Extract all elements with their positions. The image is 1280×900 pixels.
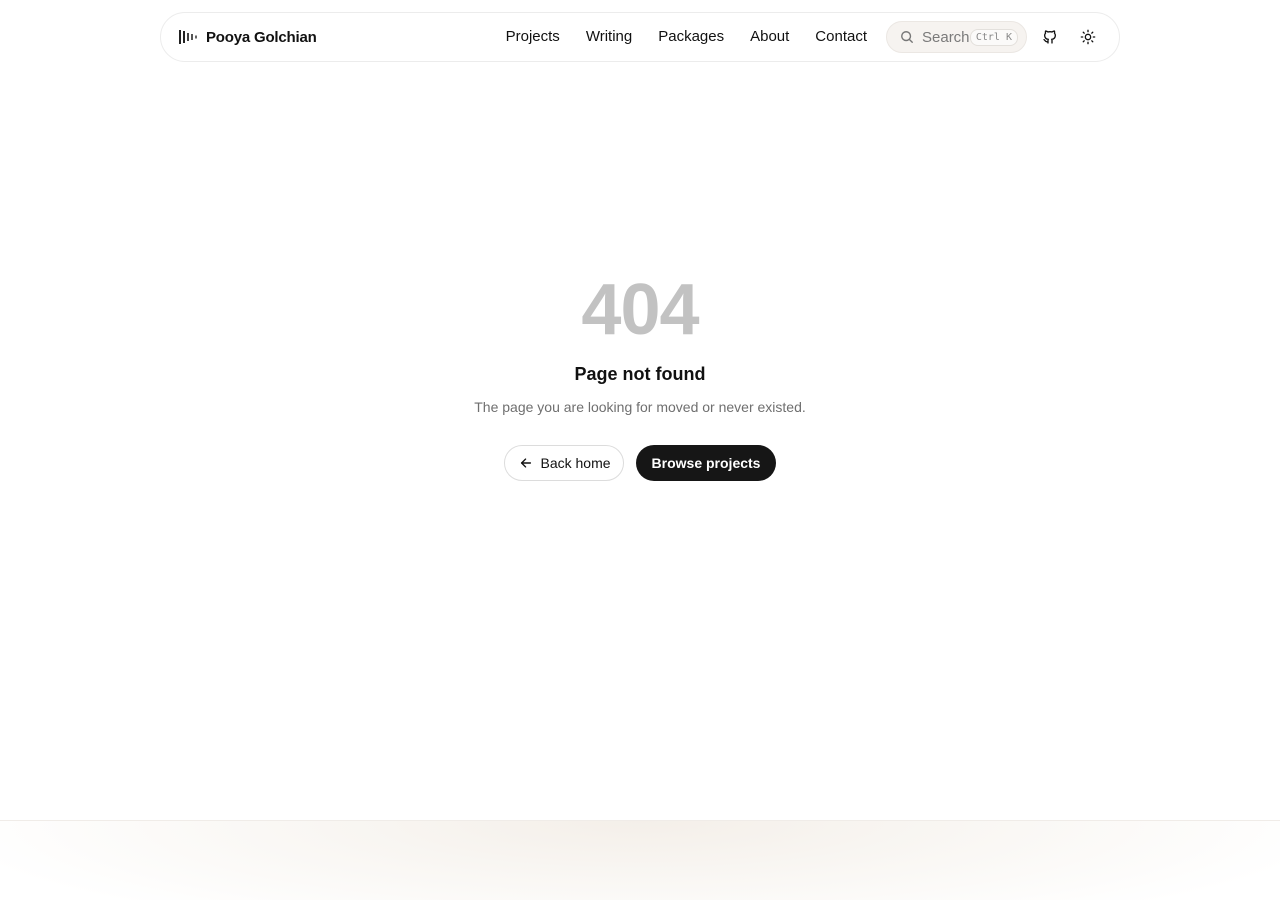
page: Pooya Golchian Projects Writing Packages… — [0, 0, 1280, 900]
theme-toggle-button[interactable] — [1073, 22, 1103, 52]
sun-icon — [1080, 29, 1096, 45]
browse-projects-button[interactable]: Browse projects — [635, 445, 777, 481]
site-header: Pooya Golchian Projects Writing Packages… — [160, 12, 1120, 62]
not-found-section: 404 Page not found The page you are look… — [0, 270, 1280, 481]
nav-link-writing[interactable]: Writing — [573, 12, 645, 62]
brand-link[interactable]: Pooya Golchian — [179, 29, 317, 46]
nav-link-about[interactable]: About — [737, 12, 802, 62]
waveform-bars-icon — [179, 30, 197, 44]
footer-band — [0, 820, 1280, 900]
search-icon — [901, 31, 913, 43]
error-code: 404 — [581, 270, 699, 350]
error-description: The page you are looking for moved or ne… — [474, 399, 806, 415]
actions: Back home Browse projects — [503, 445, 777, 481]
github-icon — [1043, 30, 1056, 44]
search-shortcut: Ctrl K — [969, 28, 1018, 46]
page-title: Page not found — [574, 364, 706, 384]
nav-link-packages[interactable]: Packages — [645, 12, 737, 62]
back-home-label: Back home — [540, 455, 611, 471]
brand-name: Pooya Golchian — [206, 28, 317, 46]
back-home-button[interactable]: Back home — [503, 445, 624, 481]
nav-link-projects[interactable]: Projects — [493, 12, 573, 62]
github-link[interactable] — [1035, 22, 1065, 52]
nav-link-contact[interactable]: Contact — [802, 12, 880, 62]
main-nav: Projects Writing Packages About Contact … — [493, 12, 1103, 62]
arrow-left-icon — [520, 458, 531, 468]
search-label: Search — [922, 28, 970, 46]
search-button[interactable]: Search Ctrl K — [886, 21, 1027, 53]
